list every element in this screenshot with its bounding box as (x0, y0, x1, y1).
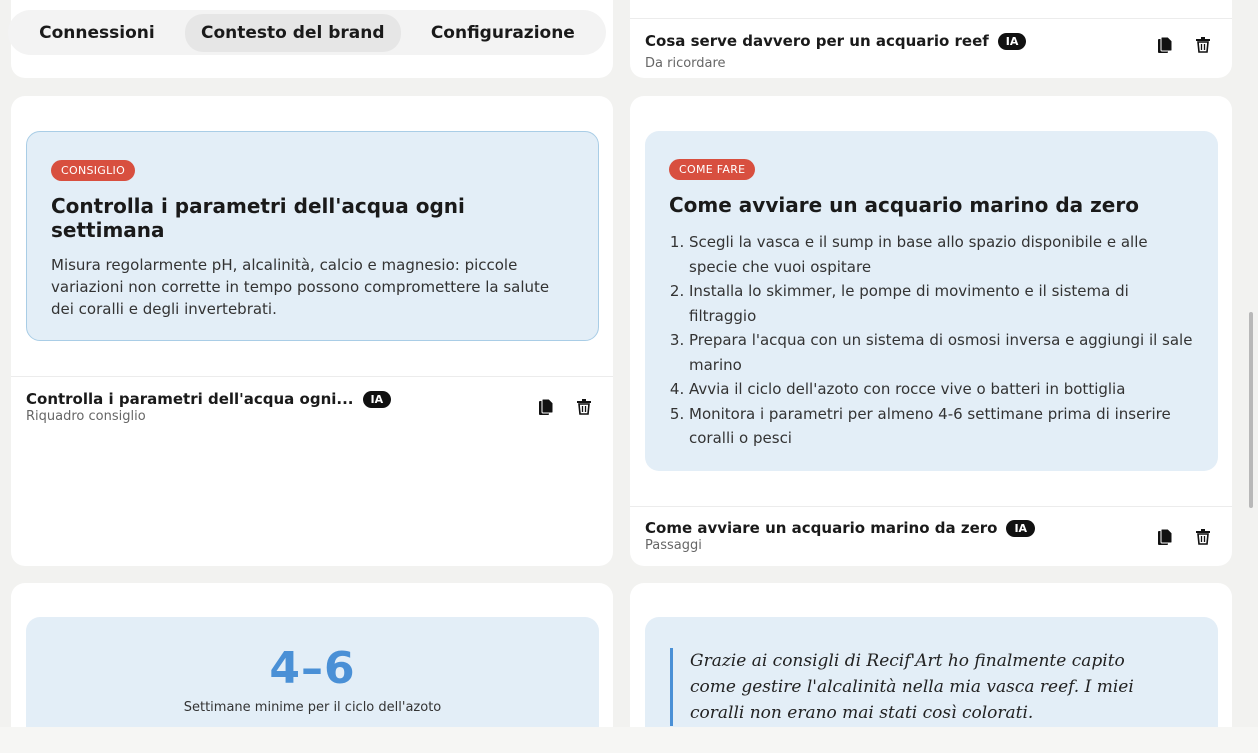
card-subtitle: Da ricordare (645, 56, 726, 71)
tip-body: Misura regolarmente pH, alcalinità, calc… (51, 256, 550, 318)
trash-icon[interactable] (1193, 527, 1213, 547)
howto-badge: COME FARE (669, 159, 756, 180)
steps-list: Scegli la vasca e il sump in base allo s… (669, 230, 1194, 451)
card-subtitle: Passaggi (645, 538, 702, 553)
card-subtitle: Riquadro consiglio (26, 409, 146, 424)
trash-icon[interactable] (1193, 35, 1213, 55)
tip-card: CONSIGLIO Controlla i parametri dell'acq… (11, 96, 613, 566)
card-footer: Come avviare un acquario marino da zero … (630, 506, 1232, 566)
tip-heading: Controlla i parametri dell'acqua ogni se… (51, 194, 465, 242)
card-title: Come avviare un acquario marino da zero … (645, 519, 1036, 537)
card-title: Cosa serve davvero per un acquario reef … (645, 32, 1027, 50)
stat-value: 4–6 (269, 643, 356, 694)
tab-connessioni[interactable]: Connessioni (23, 14, 171, 52)
testimonial-quote: Grazie ai consigli di Recif'Art ho final… (670, 648, 1170, 726)
tab-contesto-del-brand[interactable]: Contesto del brand (185, 13, 401, 52)
stat-label: Settimane minime per il ciclo dell'azoto (183, 700, 442, 715)
scrollbar[interactable] (1249, 312, 1253, 508)
list-item: Prepara l'acqua con un sistema di osmosi… (689, 328, 1194, 377)
card-footer: Cosa serve davvero per un acquario reef … (630, 18, 1232, 78)
tip-badge: CONSIGLIO (51, 160, 136, 181)
howto-box: COME FARE Come avviare un acquario marin… (645, 131, 1218, 471)
card-title-text: Cosa serve davvero per un acquario reef (645, 32, 989, 50)
card-footer: Controlla i parametri dell'acqua ogni...… (11, 376, 613, 436)
card-title: Controlla i parametri dell'acqua ogni...… (26, 390, 392, 408)
howto-card: COME FARE Come avviare un acquario marin… (630, 96, 1232, 566)
reef-note-card: Cosa serve davvero per un acquario reef … (630, 0, 1232, 78)
bottom-bar (0, 727, 1258, 753)
howto-heading: Come avviare un acquario marino da zero (669, 193, 1139, 217)
list-item: Avvia il ciclo dell'azoto con rocce vive… (689, 377, 1194, 402)
copy-icon[interactable] (1155, 527, 1175, 547)
trash-icon[interactable] (574, 397, 594, 417)
card-title-text: Controlla i parametri dell'acqua ogni... (26, 390, 354, 408)
tab-configurazione[interactable]: Configurazione (415, 14, 591, 52)
list-item: Scegli la vasca e il sump in base allo s… (689, 230, 1194, 279)
ai-badge: IA (1006, 519, 1036, 537)
copy-icon[interactable] (1155, 35, 1175, 55)
card-title-text: Come avviare un acquario marino da zero (645, 519, 998, 537)
ai-badge: IA (362, 390, 392, 408)
list-item: Installa lo skimmer, le pompe di movimen… (689, 279, 1194, 328)
list-item: Monitora i parametri per almeno 4-6 sett… (689, 402, 1194, 451)
tip-box: CONSIGLIO Controlla i parametri dell'acq… (26, 131, 599, 341)
copy-icon[interactable] (536, 397, 556, 417)
ai-badge: IA (997, 32, 1027, 50)
settings-tabs: Connessioni Contesto del brand Configura… (8, 10, 606, 55)
